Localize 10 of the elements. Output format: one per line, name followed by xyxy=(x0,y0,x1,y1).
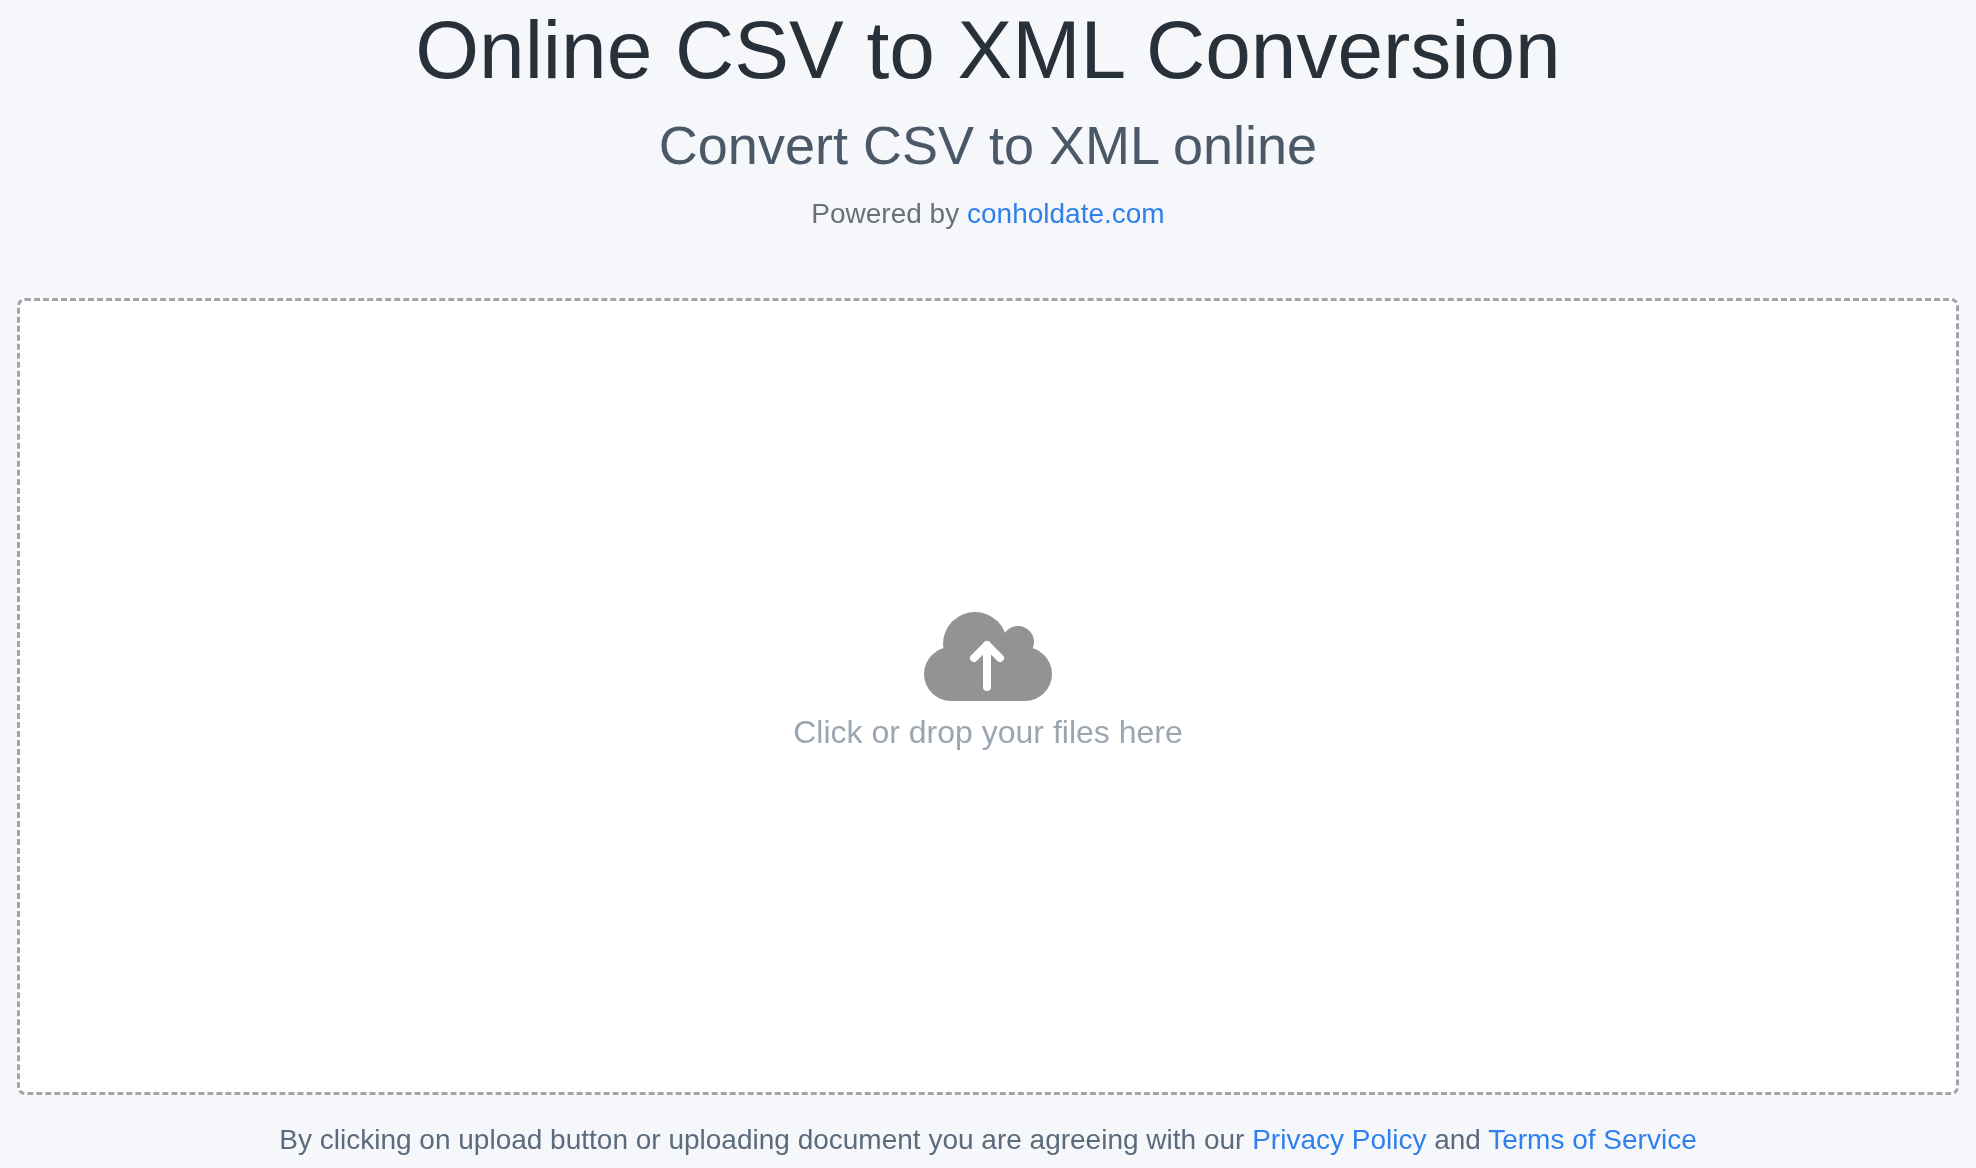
cloud-upload-icon xyxy=(924,611,1052,701)
website-link[interactable]: conholdate.com xyxy=(967,198,1165,229)
drop-prompt-text: Click or drop your files here xyxy=(793,713,1183,750)
page-title: Online CSV to XML Conversion xyxy=(415,3,1561,97)
file-drop-zone[interactable]: Click or drop your files here xyxy=(17,298,1959,1095)
powered-by-text: Powered by conholdate.com xyxy=(811,197,1165,231)
consent-text: By clicking on upload button or uploading document you are agreeing with our Privacy Policy and Terms of Service xyxy=(279,1123,1697,1157)
footer-link[interactable]: Privacy Policy xyxy=(1252,1124,1427,1155)
footer-link[interactable]: Terms of Service xyxy=(1488,1124,1697,1155)
page-subtitle: Convert CSV to XML online xyxy=(658,115,1318,175)
